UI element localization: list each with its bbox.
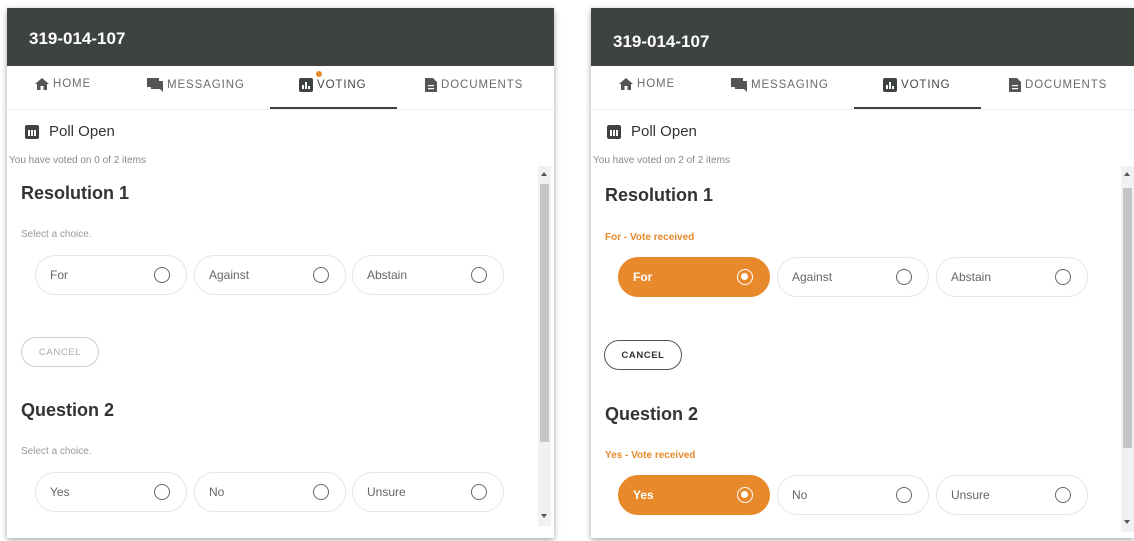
choice-abstain[interactable]: Abstain — [352, 255, 504, 295]
tab-messaging[interactable]: MESSAGING — [147, 78, 245, 92]
voting-panel-before: 319-014-107 HOME MESSAGING VOTING DOCUME… — [7, 8, 554, 538]
choice-abstain[interactable]: Abstain — [936, 257, 1088, 297]
choice-against[interactable]: Against — [777, 257, 929, 297]
messaging-icon — [147, 78, 163, 92]
choice-label: For — [50, 268, 68, 282]
radio-button — [1055, 269, 1071, 285]
item-title: Question 2 — [21, 400, 115, 420]
tab-documents-label: DOCUMENTS — [1025, 79, 1108, 91]
choice-unsure[interactable]: Unsure — [936, 475, 1088, 515]
poll-icon — [25, 124, 39, 139]
scrollbar[interactable] — [538, 166, 551, 526]
voting-icon — [883, 78, 897, 92]
choice-for[interactable]: For — [618, 257, 770, 297]
item-status: Select a choice. — [21, 446, 92, 457]
scroll-thumb[interactable] — [1123, 188, 1132, 448]
choice-label: Against — [209, 268, 250, 282]
meeting-id-header: 319-014-107 — [591, 8, 1134, 66]
tab-messaging[interactable]: MESSAGING — [731, 78, 829, 92]
choice-label: For — [633, 270, 653, 284]
radio-button — [313, 267, 329, 283]
choice-label: No — [209, 485, 225, 499]
radio-button — [896, 487, 912, 503]
tab-home[interactable]: HOME — [35, 78, 91, 90]
choice-for[interactable]: For — [35, 255, 187, 295]
voted-count: You have voted on 2 of 2 items — [593, 155, 730, 166]
choice-against[interactable]: Against — [194, 255, 346, 295]
active-tab-underline — [270, 107, 397, 109]
radio-button — [471, 267, 487, 283]
tab-messaging-label: MESSAGING — [751, 79, 829, 91]
choice-yes[interactable]: Yes — [35, 472, 187, 512]
item-title: Question 2 — [605, 404, 699, 424]
poll-title-text: Poll Open — [631, 123, 697, 140]
scroll-thumb[interactable] — [540, 184, 549, 442]
poll-title: Poll Open — [607, 123, 697, 140]
scroll-down-arrow[interactable] — [1124, 520, 1130, 524]
tab-documents-label: DOCUMENTS — [441, 79, 524, 91]
tab-messaging-label: MESSAGING — [167, 79, 245, 91]
vote-received-status: For - Vote received — [605, 232, 695, 243]
choice-label: Unsure — [951, 488, 990, 502]
vote-received-status: Yes - Vote received — [605, 450, 696, 461]
documents-icon — [425, 78, 437, 92]
choice-label: Abstain — [951, 270, 992, 284]
poll-title-text: Poll Open — [49, 123, 115, 140]
home-icon — [619, 78, 633, 90]
radio-button-checked — [737, 487, 753, 503]
poll-icon — [607, 124, 621, 139]
choice-label: Yes — [50, 485, 70, 499]
tab-documents[interactable]: DOCUMENTS — [1009, 78, 1107, 92]
radio-button — [471, 484, 487, 500]
messaging-icon — [731, 78, 747, 92]
cancel-button[interactable]: CANCEL — [604, 340, 682, 370]
voting-notification-dot — [316, 71, 322, 77]
tab-home[interactable]: HOME — [619, 78, 675, 90]
voting-panel-after: 319-014-107 HOME MESSAGING VOTING DOCUME… — [591, 8, 1134, 538]
tab-documents[interactable]: DOCUMENTS — [425, 78, 523, 92]
scroll-down-arrow[interactable] — [541, 514, 547, 518]
scrollbar[interactable] — [1121, 166, 1134, 532]
choice-label: Yes — [633, 488, 654, 502]
radio-button-checked — [737, 269, 753, 285]
active-tab-underline — [854, 107, 981, 109]
tab-voting-label: VOTING — [317, 79, 367, 91]
nav-tabs: HOME MESSAGING VOTING DOCUMENTS — [7, 66, 554, 110]
tab-home-label: HOME — [637, 78, 676, 90]
voted-count: You have voted on 0 of 2 items — [9, 155, 146, 166]
nav-tabs: HOME MESSAGING VOTING DOCUMENTS — [591, 66, 1134, 110]
radio-button — [896, 269, 912, 285]
tab-voting[interactable]: VOTING — [883, 78, 951, 92]
tab-home-label: HOME — [53, 78, 92, 90]
choice-label: Unsure — [367, 485, 406, 499]
radio-button — [1055, 487, 1071, 503]
choice-unsure[interactable]: Unsure — [352, 472, 504, 512]
choice-no[interactable]: No — [777, 475, 929, 515]
radio-button — [313, 484, 329, 500]
choice-label: No — [792, 488, 808, 502]
radio-button — [154, 267, 170, 283]
item-status: Select a choice. — [21, 229, 92, 240]
home-icon — [35, 78, 49, 90]
item-title: Resolution 1 — [21, 183, 130, 203]
cancel-button[interactable]: CANCEL — [21, 337, 99, 367]
radio-button — [154, 484, 170, 500]
choice-label: Abstain — [367, 268, 408, 282]
documents-icon — [1009, 78, 1021, 92]
meeting-id-header: 319-014-107 — [7, 8, 554, 66]
item-title: Resolution 1 — [605, 185, 714, 205]
scroll-up-arrow[interactable] — [541, 172, 547, 176]
choice-label: Against — [792, 270, 833, 284]
voting-icon — [299, 78, 313, 92]
tab-voting-label: VOTING — [901, 79, 951, 91]
choice-no[interactable]: No — [194, 472, 346, 512]
choice-yes[interactable]: Yes — [618, 475, 770, 515]
tab-voting[interactable]: VOTING — [299, 78, 367, 92]
scroll-up-arrow[interactable] — [1124, 172, 1130, 176]
poll-title: Poll Open — [25, 123, 115, 140]
